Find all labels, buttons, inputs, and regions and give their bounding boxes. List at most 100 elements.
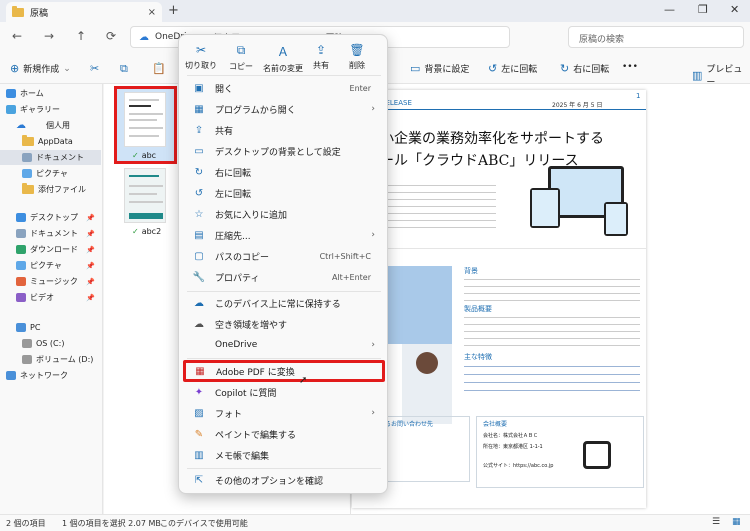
folder-icon: [22, 135, 34, 146]
details-view-icon[interactable]: ☰: [712, 517, 720, 527]
cut-action[interactable]: ✂ 切り取り: [183, 43, 219, 71]
item-count: 2 個の項目: [6, 519, 46, 528]
set-background-button[interactable]: ▭ 背景に設定: [410, 62, 469, 75]
rotate-left-button[interactable]: ↺ 左に回転: [488, 62, 537, 75]
copy-icon: ⧉: [236, 43, 246, 57]
menu-convert-adobe-pdf[interactable]: ▦ Adobe PDF に変換: [183, 360, 385, 382]
sidebar-item-home[interactable]: ホーム: [0, 86, 101, 101]
menu-share[interactable]: ⇪ 共有: [185, 120, 383, 140]
share-action[interactable]: ⇪ 共有: [303, 43, 339, 71]
sidebar-item-downloads[interactable]: ダウンロード 📌: [0, 242, 101, 257]
drive-icon: [22, 339, 32, 348]
sidebar-item-pc[interactable]: PC: [0, 320, 101, 335]
share-label: 共有: [313, 61, 329, 70]
drive-icon: [22, 355, 32, 364]
menu-free-up-space[interactable]: ☁ 空き領域を増やす: [185, 314, 383, 334]
sidebar-item-music[interactable]: ミュージック 📌: [0, 274, 101, 289]
copy-action[interactable]: ⧉ コピー: [223, 43, 259, 72]
sidebar-item-drive-d[interactable]: ボリューム (D:): [0, 352, 101, 367]
rotate-right-button[interactable]: ↻ 右に回転: [560, 62, 609, 75]
rotate-left-icon: ↺: [488, 62, 498, 75]
menu-add-favorites[interactable]: ☆ お気に入りに追加: [185, 204, 383, 224]
pin-icon: 📌: [86, 229, 95, 238]
menu-open[interactable]: ▣ 開く Enter: [185, 78, 383, 98]
tab-close-button[interactable]: ×: [148, 7, 156, 18]
cut-toolbar-button[interactable]: ✂: [90, 62, 99, 75]
sidebar-item-label: ビデオ: [30, 293, 54, 302]
sidebar-item-desktop[interactable]: デスクトップ 📌: [0, 210, 101, 225]
rename-icon: Ａ: [276, 45, 289, 59]
sidebar-item-pictures[interactable]: ピクチャ 📌: [0, 258, 101, 273]
new-tab-button[interactable]: +: [168, 3, 179, 18]
menu-label: メモ帳で編集: [215, 451, 270, 462]
home-icon: [6, 89, 16, 98]
menu-photos[interactable]: ▨ フォト ›: [185, 403, 383, 423]
minimize-button[interactable]: —: [664, 3, 675, 16]
menu-ask-copilot[interactable]: ✦ Copilot に質問: [185, 382, 383, 402]
set-background-label: 背景に設定: [424, 65, 470, 75]
close-window-button[interactable]: ✕: [730, 3, 739, 16]
sidebar-item-label: ミュージック: [30, 277, 78, 286]
star-icon: ☆: [194, 208, 204, 220]
paste-toolbar-button[interactable]: 📋: [152, 62, 166, 75]
sidebar-item-pictures-onedrive[interactable]: ピクチャ: [0, 166, 101, 181]
sidebar-item-label: ネットワーク: [20, 371, 68, 380]
menu-edit-with-paint[interactable]: ✎ ペイントで編集する: [185, 424, 383, 444]
back-button[interactable]: ←: [12, 29, 22, 43]
pin-icon: 📌: [86, 293, 95, 302]
menu-label: その他のオプションを確認: [215, 476, 324, 487]
menu-edit-with-notepad[interactable]: ▥ メモ帳で編集: [185, 445, 383, 465]
sidebar-item-videos[interactable]: ビデオ 📌: [0, 290, 101, 305]
scissors-icon: ✂: [195, 43, 207, 57]
thumbnail-view-icon[interactable]: ▦: [732, 517, 741, 527]
thumbnail-abc2[interactable]: [124, 168, 166, 223]
menu-rotate-left[interactable]: ↺ 左に回転: [185, 183, 383, 203]
new-button[interactable]: ⊕ 新規作成 ⌄: [10, 62, 71, 75]
chevron-right-icon: ›: [371, 408, 375, 418]
file-label-abc2: ✓ abc2: [132, 227, 161, 236]
maximize-button[interactable]: ❐: [698, 3, 708, 16]
delete-action[interactable]: 🗑 削除: [339, 43, 375, 71]
open-with-icon: ▦: [194, 103, 204, 115]
menu-open-with[interactable]: ▦ プログラムから開く ›: [185, 99, 383, 119]
search-input[interactable]: 原稿の検索: [568, 26, 744, 48]
pin-icon: 📌: [86, 277, 95, 286]
availability-status: このデバイスで使用可能: [160, 519, 248, 528]
desktop-icon: [16, 213, 26, 222]
sidebar-item-network[interactable]: ネットワーク: [0, 368, 101, 383]
share-icon: ⇪: [315, 43, 327, 57]
menu-always-keep[interactable]: ☁ このデバイス上に常に保持する: [185, 293, 383, 313]
up-button[interactable]: ↑: [76, 29, 86, 43]
menu-compress-to[interactable]: ▤ 圧縮先... ›: [185, 225, 383, 245]
sidebar-item-documents[interactable]: ドキュメント 📌: [0, 226, 101, 241]
menu-show-more-options[interactable]: ⇱ その他のオプションを確認: [185, 470, 383, 490]
sidebar-item-attachments[interactable]: 添付ファイル: [0, 182, 101, 197]
menu-properties[interactable]: 🔧 プロパティ Alt+Enter: [185, 267, 383, 287]
desktop-background-icon: ▭: [194, 145, 204, 157]
copy-toolbar-button[interactable]: ⧉: [120, 62, 128, 76]
sidebar-item-drive-c[interactable]: OS (C:): [0, 336, 101, 351]
music-icon: [16, 277, 26, 286]
synced-check-icon: ✓: [132, 227, 139, 236]
menu-rotate-right[interactable]: ↻ 右に回転: [185, 162, 383, 182]
sidebar-item-label: 個人用: [46, 121, 70, 130]
sidebar-item-appdata[interactable]: AppData: [0, 134, 101, 149]
sidebar-item-documents-onedrive[interactable]: ドキュメント: [0, 150, 101, 165]
menu-copy-path[interactable]: ▢ パスのコピー Ctrl+Shift+C: [185, 246, 383, 266]
sidebar-item-personal[interactable]: ☁ 個人用: [0, 118, 101, 133]
copy-icon: ⧉: [120, 62, 128, 75]
menu-onedrive[interactable]: OneDrive ›: [185, 335, 383, 355]
more-options-button[interactable]: •••: [622, 62, 638, 72]
sidebar-item-gallery[interactable]: ギャラリー: [0, 102, 101, 117]
tab-genkou[interactable]: 原稿 ×: [6, 2, 162, 22]
forward-button[interactable]: →: [44, 29, 54, 43]
features-text: [464, 362, 640, 396]
rename-action[interactable]: Ａ 名前の変更: [261, 43, 305, 74]
menu-set-desktop-background[interactable]: ▭ デスクトップの背景として設定: [185, 141, 383, 161]
refresh-button[interactable]: ⟳: [106, 29, 116, 43]
cloud-outline-icon: ☁: [194, 318, 204, 330]
folder-icon: [12, 5, 24, 17]
file-name: abc: [141, 151, 157, 160]
notepad-icon: ▥: [194, 449, 204, 461]
copilot-icon: ✦: [194, 386, 204, 398]
